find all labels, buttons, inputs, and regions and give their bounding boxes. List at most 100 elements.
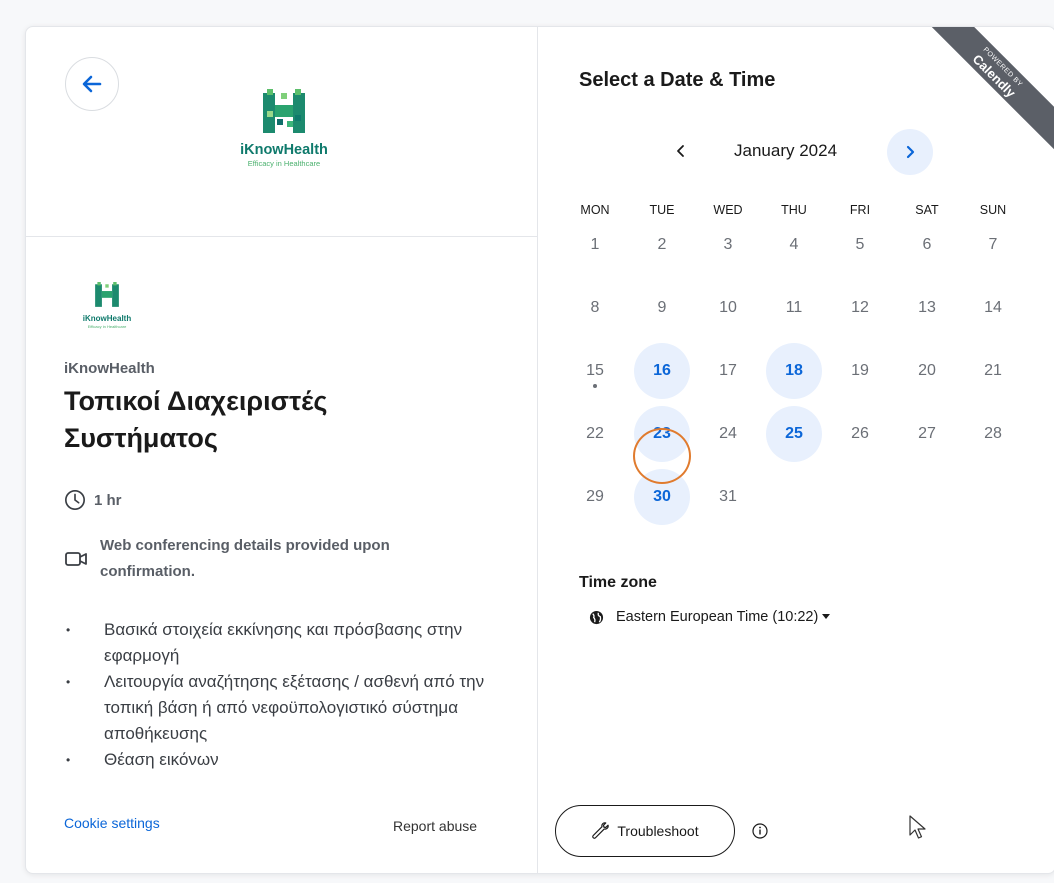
report-abuse-link[interactable]: Report abuse [393, 818, 477, 834]
brand-tagline: Efficacy in Healthcare [247, 159, 321, 168]
day-number: 12 [851, 299, 869, 316]
day-number: 24 [719, 425, 737, 442]
organizer-logo: iKnowHealth Efficacy in Healthcare [62, 282, 152, 329]
day-number: 30 [653, 488, 671, 505]
calendar-day: 11 [766, 280, 822, 336]
weekday-label: TUE [649, 203, 675, 217]
calendar-day: 3 [700, 217, 756, 273]
calendar-day: 22 [567, 406, 623, 462]
calendar-day-available[interactable]: 23 [634, 406, 690, 462]
calendar-day: 5 [832, 217, 888, 273]
calendar-day: 13 [899, 280, 955, 336]
calendar-day: 21 [965, 343, 1021, 399]
day-number: 27 [918, 425, 936, 442]
back-button[interactable] [65, 57, 119, 111]
day-number: 1 [590, 236, 600, 253]
weekday-label: SUN [979, 203, 1007, 217]
day-number: 23 [653, 425, 671, 442]
day-number: 11 [785, 299, 803, 316]
wrench-icon [592, 822, 610, 839]
day-number: 13 [918, 299, 936, 316]
day-number: 25 [785, 425, 803, 442]
day-number: 2 [657, 236, 667, 253]
day-number: 16 [653, 362, 671, 379]
weekday-label: THU [781, 203, 807, 217]
day-number: 9 [657, 299, 667, 316]
calendar-day: 1 [567, 217, 623, 273]
info-icon [752, 823, 768, 839]
powered-by-ribbon[interactable]: POWERED BY Calendly [920, 27, 1054, 150]
logo-mark-icon [95, 282, 119, 307]
troubleshoot-button[interactable]: Troubleshoot [555, 805, 735, 857]
day-number: 21 [984, 362, 1002, 379]
duration-text: 1 hr [94, 491, 122, 509]
brand-name: iKnowHealth [240, 142, 328, 158]
calendar-day-available[interactable]: 18 [766, 343, 822, 399]
info-button[interactable] [752, 823, 768, 844]
calendar-day: 28 [965, 406, 1021, 462]
weekday-label: WED [713, 203, 743, 217]
agenda-list: Βασικά στοιχεία εκκίνησης και πρόσβασης … [64, 617, 504, 775]
conferencing-info: Web conferencing details provided upon c… [64, 535, 484, 585]
calendar-day: 24 [700, 406, 756, 462]
mouse-cursor-icon [909, 815, 926, 839]
timezone-label: Time zone [579, 574, 657, 591]
calendar-day: 17 [700, 343, 756, 399]
organizer-name: iKnowHealth [64, 360, 155, 377]
day-number: 15 [586, 362, 604, 379]
day-number: 4 [789, 236, 799, 253]
day-number: 20 [918, 362, 936, 379]
calendar-day: 19 [832, 343, 888, 399]
brand-name: iKnowHealth [82, 314, 132, 323]
calendar-day: 27 [899, 406, 955, 462]
weekday-label: FRI [849, 203, 871, 217]
day-number: 28 [984, 425, 1002, 442]
scheduler-panel: POWERED BY Calendly Select a Date & Time… [538, 27, 1054, 873]
booking-card: iKnowHealth Efficacy in Healthcare iKnow… [25, 26, 1054, 874]
brand-logo: iKnowHealth Efficacy in Healthcare [204, 89, 364, 168]
calendar-day: 8 [567, 280, 623, 336]
prev-month-button[interactable] [658, 127, 704, 175]
calendar-day: 29 [567, 469, 623, 525]
month-label: January 2024 [734, 141, 838, 160]
today-indicator [593, 384, 597, 388]
chevron-left-icon [677, 145, 684, 157]
mouse-cursor [909, 815, 927, 846]
cookie-settings-link[interactable]: Cookie settings [64, 815, 160, 831]
day-number: 31 [719, 488, 737, 505]
day-number: 5 [855, 236, 865, 253]
brand-header: iKnowHealth Efficacy in Healthcare [26, 27, 537, 237]
calendar-day-available[interactable]: 25 [766, 406, 822, 462]
agenda-item: Βασικά στοιχεία εκκίνησης και πρόσβασης … [64, 617, 504, 669]
calendar-day: 9 [634, 280, 690, 336]
day-number: 26 [851, 425, 869, 442]
calendar-day: 6 [899, 217, 955, 273]
calendar-day: 26 [832, 406, 888, 462]
weekday-label: SAT [915, 203, 939, 217]
calendar-day-available[interactable]: 16 [634, 343, 690, 399]
day-number: 29 [586, 488, 604, 505]
day-number: 6 [922, 236, 932, 253]
timezone-select[interactable]: Eastern European Time (10:22) [589, 609, 831, 625]
calendar-day: 12 [832, 280, 888, 336]
day-number: 3 [723, 236, 733, 253]
calendar-day: 7 [965, 217, 1021, 273]
chevron-right-icon [906, 145, 915, 159]
brand-tagline: Efficacy in Healthcare [87, 324, 127, 329]
calendar-day: 4 [766, 217, 822, 273]
event-details-panel: iKnowHealth Efficacy in Healthcare iKnow… [26, 27, 538, 873]
day-number: 18 [785, 362, 803, 379]
day-number: 10 [719, 299, 737, 316]
calendar-day: 2 [634, 217, 690, 273]
clock-icon [65, 490, 85, 510]
agenda-item: Θέαση εικόνων [64, 747, 504, 773]
day-number: 19 [851, 362, 869, 379]
day-number: 7 [988, 236, 998, 253]
agenda-item: Λειτουργία αναζήτησης εξέτασης / ασθενή … [64, 669, 504, 747]
next-month-button[interactable] [887, 129, 933, 175]
calendar-day-available[interactable]: 30 [634, 469, 690, 525]
conferencing-text: Web conferencing details provided upon c… [100, 537, 390, 580]
calendar-day: 20 [899, 343, 955, 399]
calendar-day: 14 [965, 280, 1021, 336]
troubleshoot-label: Troubleshoot [617, 823, 699, 839]
